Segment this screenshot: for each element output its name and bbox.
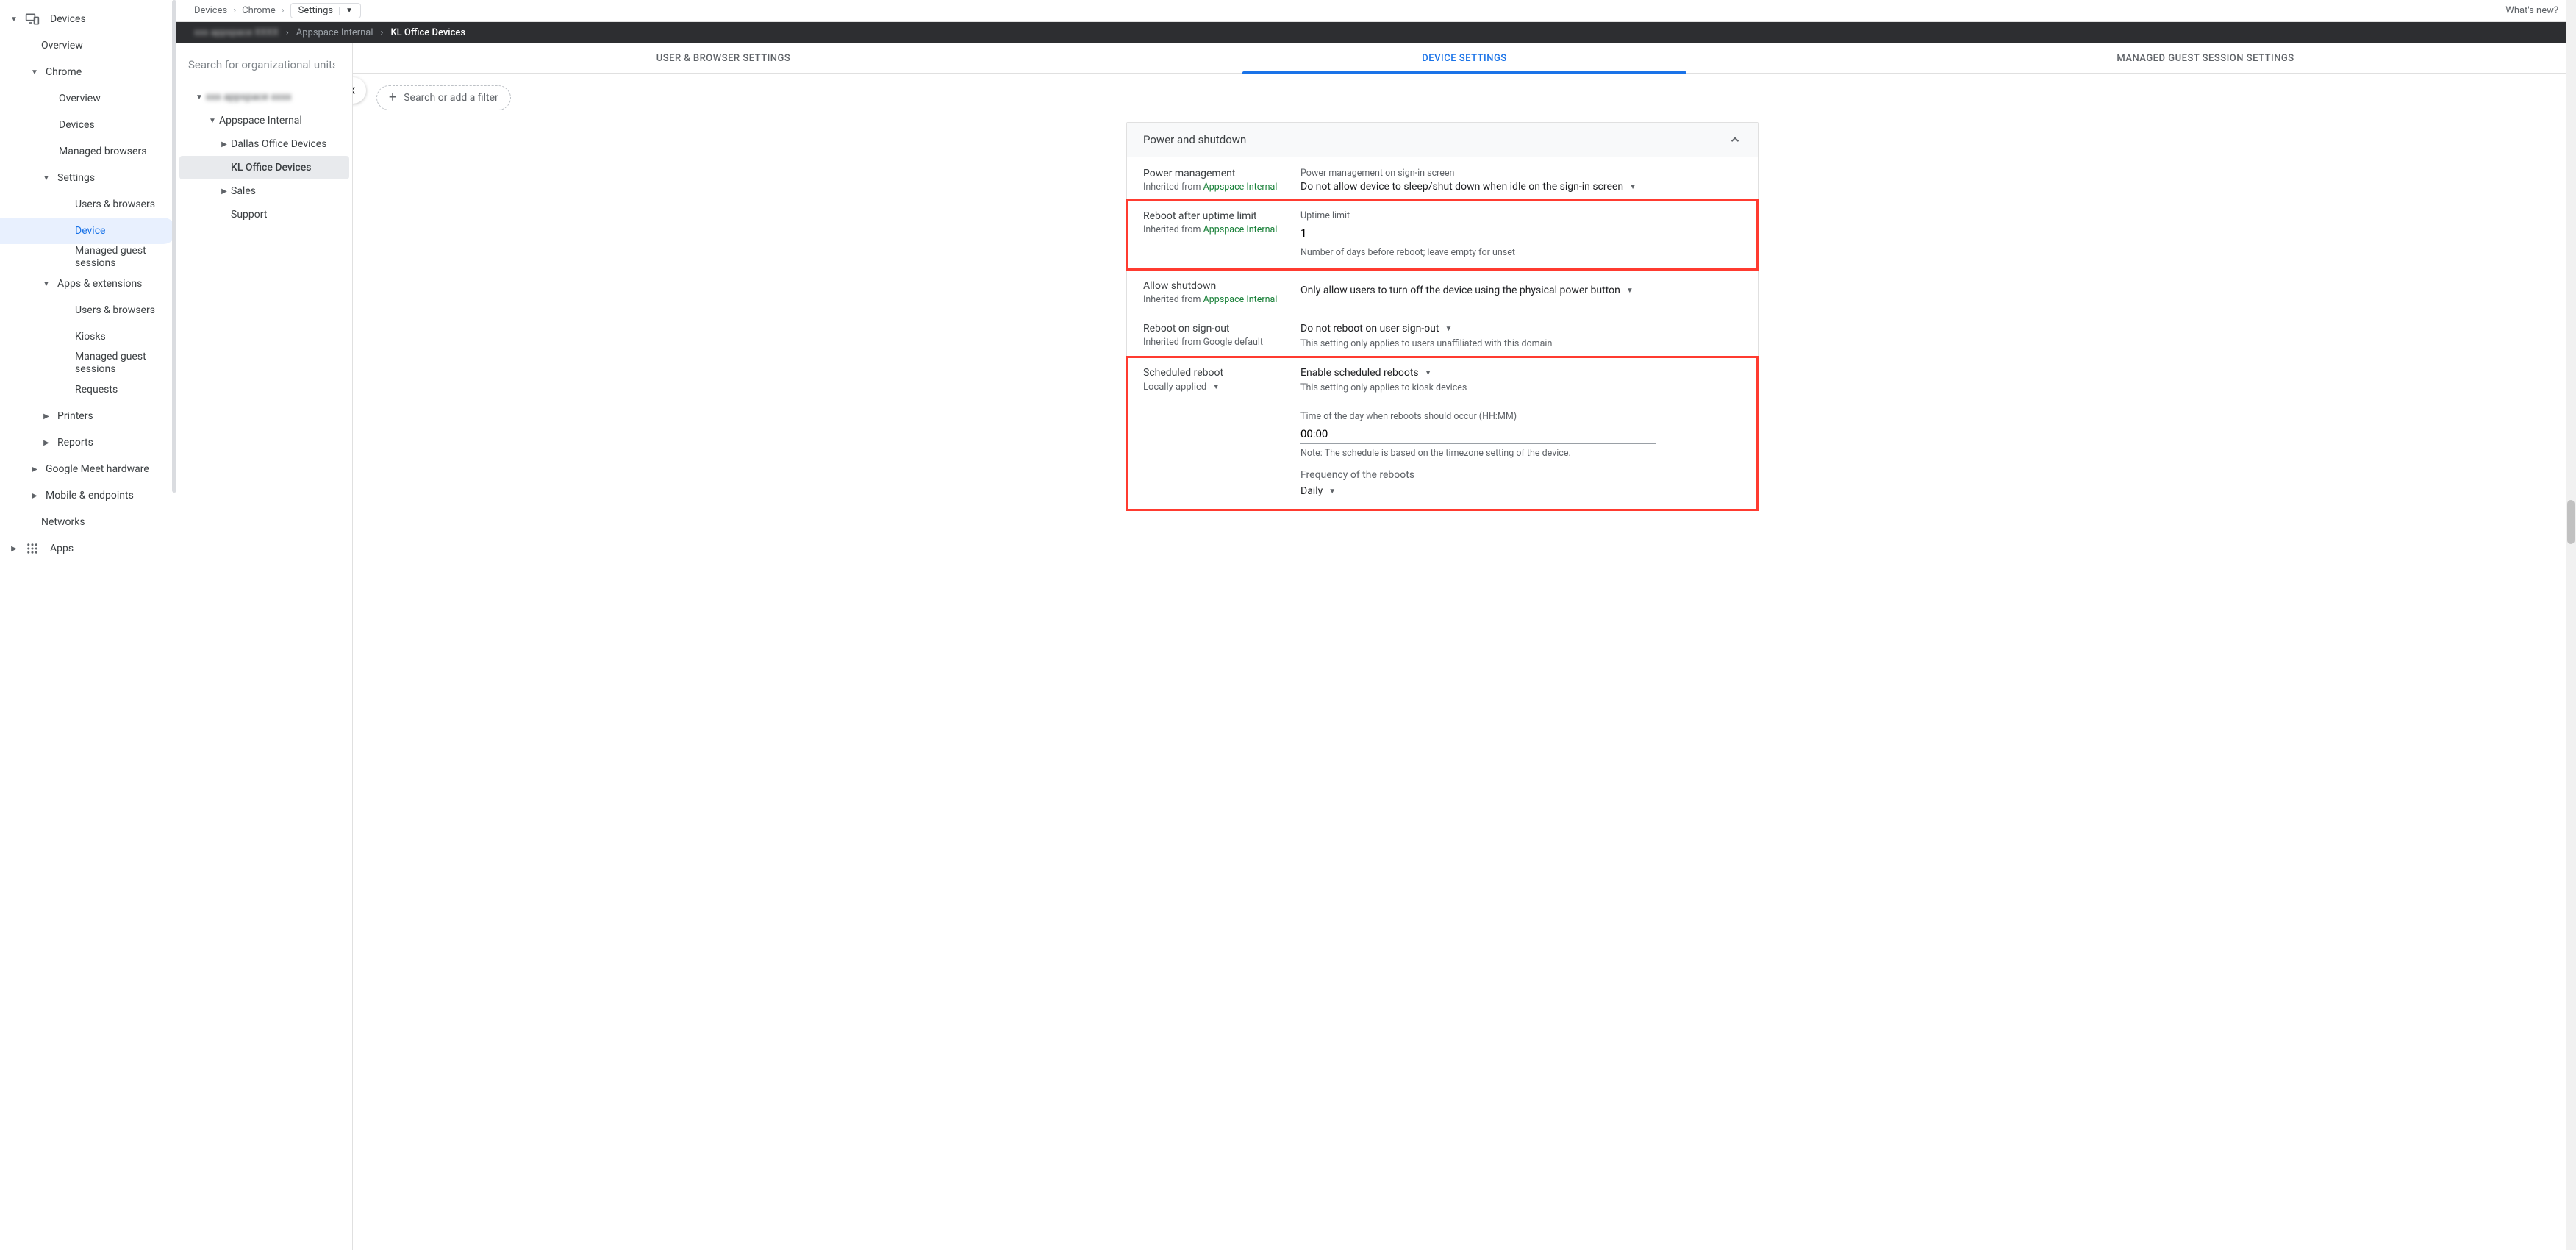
setting-reboot-signout: Reboot on sign-out Inherited from Google… — [1127, 312, 1758, 357]
org-unit-panel: ▼ xxx appspace xxxx ▼ Appspace Internal … — [176, 43, 353, 1250]
nav-chrome[interactable]: ▼ Chrome — [0, 59, 176, 85]
caret-right-icon: ▶ — [9, 545, 19, 553]
reboot-frequency-dropdown[interactable]: Daily▼ — [1300, 485, 1336, 497]
inherit-link[interactable]: Appspace Internal — [1203, 182, 1278, 193]
reboot-time-input[interactable] — [1300, 424, 1656, 444]
caret-down-icon: ▼ — [29, 68, 40, 76]
breadcrumb-devices[interactable]: Devices — [194, 5, 227, 16]
nav-ae-guest[interactable]: Managed guest sessions — [0, 350, 176, 376]
power-management-dropdown[interactable]: Do not allow device to sleep/shut down w… — [1300, 181, 1636, 193]
caret-down-icon: ▼ — [1629, 183, 1636, 191]
nav-printers[interactable]: ▶ Printers — [0, 403, 176, 429]
add-filter-chip[interactable]: + Search or add a filter — [376, 85, 511, 110]
left-navigation: ▼ Devices Overview ▼ Chrome Overview Dev… — [0, 0, 176, 1250]
whats-new-link[interactable]: What's new? — [2505, 5, 2558, 16]
main-panel: Devices › Chrome › Settings ▼ What's new… — [176, 0, 2576, 1250]
inherit-link[interactable]: Appspace Internal — [1203, 224, 1278, 235]
caret-down-icon: ▼ — [1425, 369, 1432, 377]
nav-overview[interactable]: Overview — [0, 32, 176, 59]
ou-root[interactable]: ▼ xxx appspace xxxx — [179, 85, 349, 109]
nav-apps[interactable]: ▶ Apps — [0, 535, 176, 562]
ou-kl-office[interactable]: KL Office Devices — [179, 156, 349, 179]
setting-allow-shutdown: Allow shutdown Inherited from Appspace I… — [1127, 270, 1758, 312]
caret-right-icon: ▶ — [218, 140, 231, 149]
org-unit-search-input[interactable] — [188, 54, 335, 76]
nav-users-browsers[interactable]: Users & browsers — [0, 191, 176, 218]
nav-google-meet[interactable]: ▶ Google Meet hardware — [0, 456, 176, 482]
power-shutdown-card: Power and shutdown Power management Inhe… — [1126, 122, 1759, 511]
ou-support[interactable]: Support — [179, 203, 349, 226]
caret-down-icon: ▼ — [41, 280, 51, 288]
setting-reboot-uptime: Reboot after uptime limit Inherited from… — [1127, 200, 1758, 270]
caret-down-icon: ▼ — [1445, 325, 1452, 333]
caret-down-icon: ▼ — [339, 7, 353, 15]
chevron-right-icon: › — [286, 27, 289, 38]
setting-power-management: Power management Inherited from Appspace… — [1127, 157, 1758, 200]
caret-right-icon: ▶ — [218, 188, 231, 196]
caret-down-icon: ▼ — [193, 93, 206, 101]
settings-tabs: USER & BROWSER SETTINGS DEVICE SETTINGS … — [353, 43, 2576, 74]
org-path-current: KL Office Devices — [390, 27, 465, 38]
breadcrumb-bar: Devices › Chrome › Settings ▼ What's new… — [176, 0, 2576, 22]
org-root-blurred: xxx appspace XXXX — [194, 27, 279, 38]
caret-down-icon: ▼ — [41, 174, 51, 182]
breadcrumb-settings-dropdown[interactable]: Settings ▼ — [290, 3, 361, 18]
nav-mobile-endpoints[interactable]: ▶ Mobile & endpoints — [0, 482, 176, 509]
card-title: Power and shutdown — [1143, 133, 1246, 146]
scrollbar-thumb[interactable] — [2567, 500, 2575, 544]
org-path-bar: xxx appspace XXXX › Appspace Internal › … — [176, 22, 2576, 43]
chevron-right-icon: › — [282, 5, 285, 16]
ou-sales[interactable]: ▶ Sales — [179, 179, 349, 203]
ou-dallas[interactable]: ▶ Dallas Office Devices — [179, 132, 349, 156]
allow-shutdown-dropdown[interactable]: Only allow users to turn off the device … — [1300, 285, 1634, 296]
scheduled-reboot-dropdown[interactable]: Enable scheduled reboots▼ — [1300, 367, 1432, 379]
tab-device-settings[interactable]: DEVICE SETTINGS — [1094, 43, 1835, 73]
nav-requests[interactable]: Requests — [0, 376, 176, 403]
caret-down-icon: ▼ — [206, 117, 219, 125]
collapse-icon[interactable] — [1728, 133, 1742, 146]
tab-managed-guest[interactable]: MANAGED GUEST SESSION SETTINGS — [1835, 43, 2576, 73]
plus-icon: + — [389, 91, 396, 104]
caret-right-icon: ▶ — [29, 492, 40, 500]
caret-right-icon: ▶ — [41, 439, 51, 447]
nav-devices[interactable]: ▼ Devices — [0, 6, 176, 32]
page-scrollbar[interactable] — [2566, 0, 2576, 1250]
nav-kiosks[interactable]: Kiosks — [0, 324, 176, 350]
caret-right-icon: ▶ — [41, 413, 51, 421]
reboot-signout-dropdown[interactable]: Do not reboot on user sign-out▼ — [1300, 323, 1452, 335]
apps-grid-icon — [25, 541, 40, 556]
nav-managed-guest[interactable]: Managed guest sessions — [0, 244, 176, 271]
setting-scheduled-reboot: Scheduled reboot Locally applied▼ Enable… — [1127, 357, 1758, 510]
devices-icon — [25, 12, 40, 26]
caret-down-icon: ▼ — [1626, 287, 1634, 295]
caret-down-icon: ▼ — [1328, 488, 1336, 496]
nav-settings[interactable]: ▼ Settings — [0, 165, 176, 191]
nav-ae-users[interactable]: Users & browsers — [0, 297, 176, 324]
uptime-limit-input[interactable] — [1300, 224, 1656, 243]
inherit-link[interactable]: Appspace Internal — [1203, 294, 1278, 305]
ou-appspace-internal[interactable]: ▼ Appspace Internal — [179, 109, 349, 132]
nav-chrome-overview[interactable]: Overview — [0, 85, 176, 112]
chevron-right-icon: › — [233, 5, 236, 16]
nav-chrome-devices[interactable]: Devices — [0, 112, 176, 138]
chevron-right-icon: › — [381, 27, 384, 38]
locally-applied-dropdown[interactable]: Locally applied▼ — [1143, 382, 1220, 393]
caret-right-icon: ▶ — [29, 465, 40, 474]
nav-networks[interactable]: Networks — [0, 509, 176, 535]
nav-managed-browsers[interactable]: Managed browsers — [0, 138, 176, 165]
tab-user-browser[interactable]: USER & BROWSER SETTINGS — [353, 43, 1094, 73]
breadcrumb-chrome[interactable]: Chrome — [242, 5, 276, 16]
org-path-item[interactable]: Appspace Internal — [296, 27, 373, 38]
caret-down-icon: ▼ — [9, 15, 19, 24]
nav-reports[interactable]: ▶ Reports — [0, 429, 176, 456]
caret-down-icon: ▼ — [1212, 383, 1220, 391]
nav-device[interactable]: Device — [0, 218, 176, 244]
nav-apps-extensions[interactable]: ▼ Apps & extensions — [0, 271, 176, 297]
nav-label: Devices — [50, 13, 86, 25]
detail-panel: USER & BROWSER SETTINGS DEVICE SETTINGS … — [353, 43, 2576, 1250]
